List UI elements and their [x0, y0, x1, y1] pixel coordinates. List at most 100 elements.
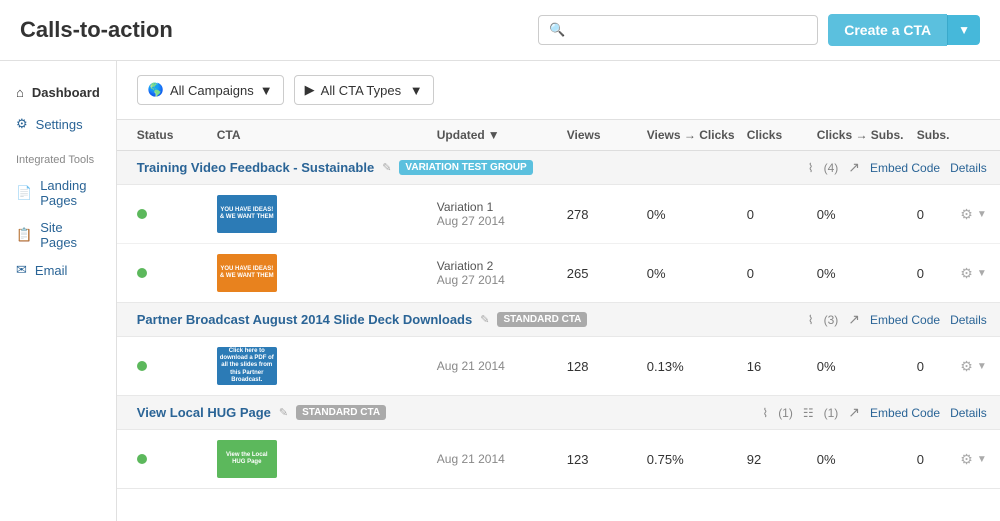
search-input[interactable]	[571, 23, 807, 38]
cta-group-header-group2: Partner Broadcast August 2014 Slide Deck…	[117, 303, 1000, 337]
stats-count-group2: (3)	[824, 313, 839, 327]
thumb-text: View the Local HUG Page	[217, 450, 277, 468]
c2s-cell: 0%	[817, 207, 917, 222]
embed-code-link-group3[interactable]: Embed Code	[870, 406, 940, 420]
sidebar-settings-label: Settings	[36, 117, 83, 132]
row-dropdown-icon[interactable]: ▼	[977, 361, 987, 372]
layout: ⌂ Dashboard ⚙ Settings Integrated Tools …	[0, 61, 1000, 521]
page-title: Calls-to-action	[20, 17, 173, 43]
edit-icon-group1[interactable]: ✎	[382, 161, 391, 174]
updated-cell: Aug 21 2014	[437, 452, 567, 466]
row-actions: ⚙ ▼	[960, 265, 986, 282]
col-c2s: Clicks → Subs.	[817, 128, 917, 142]
views-cell: 128	[567, 359, 647, 374]
cta-type-filter-label: All CTA Types	[321, 83, 401, 98]
row-dropdown-icon[interactable]: ▼	[977, 209, 987, 220]
grid-count: (1)	[824, 406, 839, 420]
cta-group-header-group1: Training Video Feedback - Sustainable ✎ …	[117, 151, 1000, 185]
updated-cell: Variation 2 Aug 27 2014	[437, 259, 567, 287]
gear-icon: ⚙	[16, 116, 28, 132]
edit-icon-group2[interactable]: ✎	[480, 313, 489, 326]
cta-type-filter-arrow: ▼	[410, 83, 423, 98]
cta-thumbnail: YOU HAVE IDEAS! & WE WANT THEM	[217, 254, 277, 292]
campaign-filter-label: All Campaigns	[170, 83, 254, 98]
cta-group-actions-group2: ⌇ (3) ↗ Embed Code Details	[808, 311, 987, 328]
thumb-text: Click here to download a PDF of all the …	[217, 347, 277, 385]
sidebar-item-settings[interactable]: ⚙ Settings	[0, 108, 116, 140]
sidebar-email-label: Email	[35, 263, 68, 278]
row-gear-icon[interactable]: ⚙	[960, 358, 973, 375]
updated-cell: Aug 21 2014	[437, 359, 567, 373]
create-cta-button[interactable]: Create a CTA	[828, 14, 947, 46]
updated-date: Aug 21 2014	[437, 359, 567, 373]
edit-icon-group3[interactable]: ✎	[279, 406, 288, 419]
sidebar-item-landing-pages[interactable]: 📄 Landing Pages	[0, 172, 116, 214]
cta-group-actions-group1: ⌇ (4) ↗ Embed Code Details	[808, 159, 987, 176]
col-updated[interactable]: Updated ▼	[437, 128, 567, 142]
cta-group-title-group1[interactable]: Training Video Feedback - Sustainable	[137, 160, 374, 175]
sidebar-site-pages-label: Site Pages	[40, 220, 100, 250]
sidebar-item-site-pages[interactable]: 📋 Site Pages	[0, 214, 116, 256]
views-cell: 265	[567, 266, 647, 281]
sidebar-dashboard-label: Dashboard	[32, 85, 100, 100]
home-icon: ⌂	[16, 85, 24, 100]
v2c-cell: 0.75%	[647, 452, 747, 467]
create-cta-button-wrap: Create a CTA ▼	[828, 14, 980, 46]
cta-type-icon: ▶	[305, 82, 315, 98]
updated-label: Variation 2	[437, 259, 567, 273]
col-clicks: Clicks	[747, 128, 817, 142]
sidebar-item-email[interactable]: ✉ Email	[0, 256, 116, 284]
cta-thumbnail: Click here to download a PDF of all the …	[217, 347, 277, 385]
table-row: YOU HAVE IDEAS! & WE WANT THEM Variation…	[117, 185, 1000, 244]
col-views: Views	[567, 128, 647, 142]
clicks-cell: 92	[747, 452, 817, 467]
sidebar: ⌂ Dashboard ⚙ Settings Integrated Tools …	[0, 61, 117, 521]
row-dropdown-icon[interactable]: ▼	[977, 268, 987, 279]
external-link-icon-group2[interactable]: ↗	[848, 311, 860, 328]
sidebar-item-dashboard[interactable]: ⌂ Dashboard	[0, 77, 116, 108]
details-link-group1[interactable]: Details	[950, 161, 987, 175]
col-subs: Subs.	[917, 128, 987, 142]
cta-cell: Click here to download a PDF of all the …	[217, 347, 437, 385]
embed-code-link-group2[interactable]: Embed Code	[870, 313, 940, 327]
stats-sparkline-icon-group3: ⌇	[762, 406, 768, 420]
cta-type-filter[interactable]: ▶ All CTA Types ▼	[294, 75, 434, 105]
details-link-group3[interactable]: Details	[950, 406, 987, 420]
table-row: Click here to download a PDF of all the …	[117, 337, 1000, 395]
updated-date: Aug 21 2014	[437, 452, 567, 466]
subs-value: 0	[917, 266, 924, 281]
row-actions: ⚙ ▼	[960, 451, 986, 468]
filters-bar: 🌎 All Campaigns ▼ ▶ All CTA Types ▼	[117, 61, 1000, 120]
status-cell	[137, 209, 217, 219]
table-body: Training Video Feedback - Sustainable ✎ …	[117, 151, 1000, 489]
clicks-cell: 16	[747, 359, 817, 374]
subs-cell: 0 ⚙ ▼	[917, 451, 987, 468]
subs-cell: 0 ⚙ ▼	[917, 358, 987, 375]
details-link-group2[interactable]: Details	[950, 313, 987, 327]
grid-icon: ☷	[803, 406, 814, 420]
row-gear-icon[interactable]: ⚙	[960, 451, 973, 468]
external-link-icon-group3[interactable]: ↗	[848, 404, 860, 421]
cta-cell: YOU HAVE IDEAS! & WE WANT THEM	[217, 254, 437, 292]
embed-code-link-group1[interactable]: Embed Code	[870, 161, 940, 175]
updated-label: Variation 1	[437, 200, 567, 214]
cta-badge-group1: VARIATION TEST GROUP	[399, 160, 532, 175]
col-status: Status	[137, 128, 217, 142]
status-cell	[137, 361, 217, 371]
cta-group-group3: View Local HUG Page ✎ STANDARD CTA ⌇ (1)…	[117, 396, 1000, 489]
row-dropdown-icon[interactable]: ▼	[977, 454, 987, 465]
cta-group-title-group3[interactable]: View Local HUG Page	[137, 405, 271, 420]
row-gear-icon[interactable]: ⚙	[960, 265, 973, 282]
row-actions: ⚙ ▼	[960, 206, 986, 223]
row-gear-icon[interactable]: ⚙	[960, 206, 973, 223]
campaign-filter-arrow: ▼	[260, 83, 273, 98]
sort-icon: ▼	[488, 128, 500, 142]
col-v2c: Views → Clicks	[647, 128, 747, 142]
status-dot	[137, 454, 147, 464]
cta-group-title-group2[interactable]: Partner Broadcast August 2014 Slide Deck…	[137, 312, 472, 327]
cta-cell: YOU HAVE IDEAS! & WE WANT THEM	[217, 195, 437, 233]
create-cta-dropdown-arrow[interactable]: ▼	[947, 15, 980, 45]
external-link-icon-group1[interactable]: ↗	[848, 159, 860, 176]
campaign-filter[interactable]: 🌎 All Campaigns ▼	[137, 75, 284, 105]
status-dot	[137, 209, 147, 219]
